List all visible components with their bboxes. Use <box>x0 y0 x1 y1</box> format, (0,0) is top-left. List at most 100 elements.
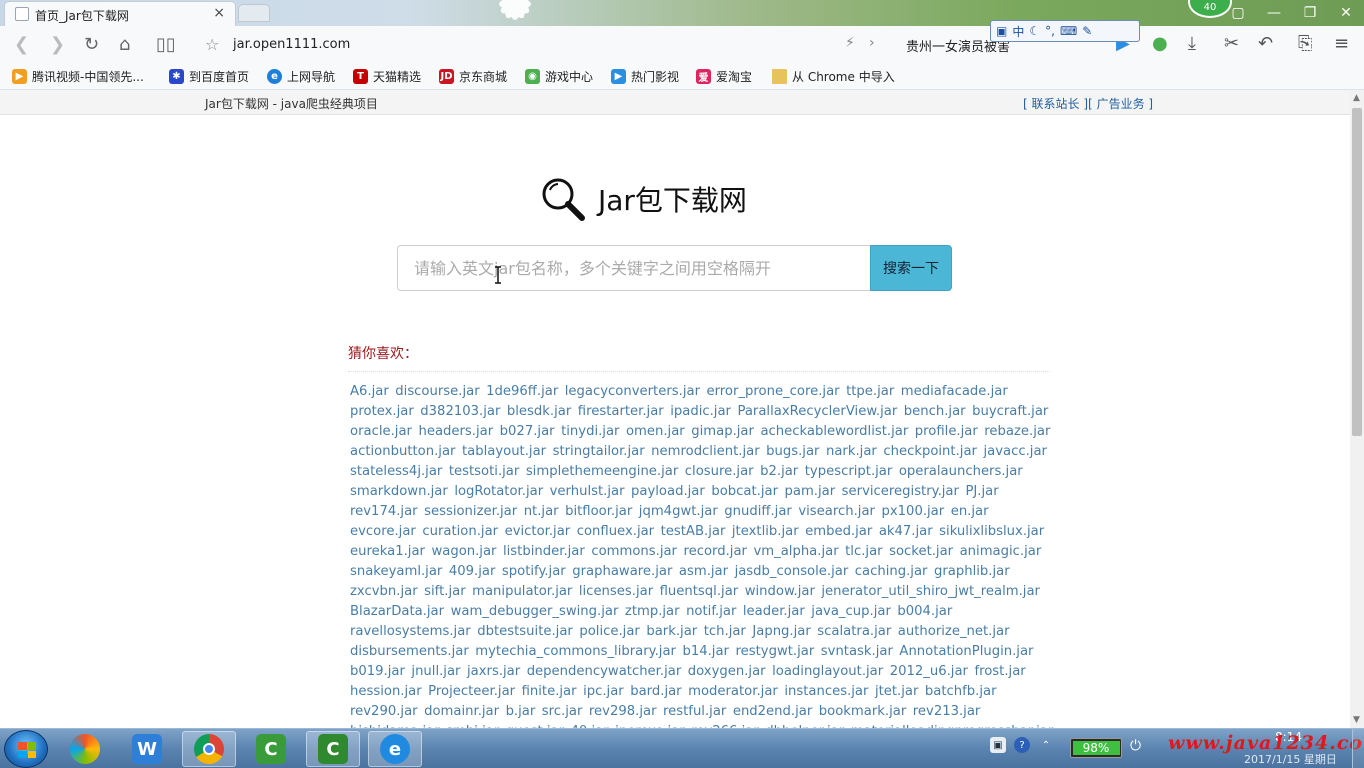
jar-link[interactable]: stringtailor.jar <box>553 444 645 459</box>
jar-link[interactable]: manipulator.jar <box>472 584 572 599</box>
jar-link[interactable]: payload.jar <box>631 484 705 499</box>
jar-link[interactable]: dependencywatcher.jar <box>527 664 682 679</box>
jar-link[interactable]: ravellosystems.jar <box>350 624 471 639</box>
bookmark-item[interactable]: 爱 爱淘宝 <box>696 68 752 85</box>
jar-link[interactable]: acheckablewordlist.jar <box>760 424 908 439</box>
jar-link[interactable]: simplethemeengine.jar <box>526 464 678 479</box>
jar-link[interactable]: commons.jar <box>591 544 677 559</box>
bookmark-item[interactable]: ▶ 热门影视 <box>611 68 679 85</box>
jar-link[interactable]: jnull.jar <box>411 664 460 679</box>
address-bar[interactable]: ☆ jar.open1111.com ⚡ › <box>205 35 895 55</box>
jar-link[interactable]: disbursements.jar <box>350 644 469 659</box>
scroll-up-arrow-icon[interactable]: ▲ <box>1353 93 1360 103</box>
jar-link[interactable]: snakeyaml.jar <box>350 564 442 579</box>
jar-link[interactable]: curation.jar <box>422 524 498 539</box>
jar-link[interactable]: instances.jar <box>784 684 868 699</box>
clock-date[interactable]: 2017/1/15 星期日 <box>1244 751 1337 767</box>
jar-link[interactable]: bard.jar <box>630 684 681 699</box>
jar-link[interactable]: jasdb_console.jar <box>735 564 849 579</box>
jar-link[interactable]: Japng.jar <box>752 624 810 639</box>
jar-link[interactable]: src.jar <box>542 704 583 719</box>
taskbar-app-launcher[interactable] <box>58 731 112 767</box>
jar-link[interactable]: 1de96ff.jar <box>486 384 558 399</box>
jar-link[interactable]: 2012_u6.jar <box>890 664 968 679</box>
home-icon[interactable]: ⌂ <box>119 34 130 55</box>
jar-link[interactable]: buycraft.jar <box>972 404 1048 419</box>
jar-link[interactable]: px100.jar <box>881 504 944 519</box>
taskbar-chrome[interactable] <box>182 731 236 767</box>
jar-link[interactable]: loadinglayout.jar <box>772 664 883 679</box>
jar-link[interactable]: java_cup.jar <box>811 604 891 619</box>
search-input[interactable] <box>397 245 871 291</box>
jar-link[interactable]: stateless4j.jar <box>350 464 442 479</box>
jar-link[interactable]: checkpoint.jar <box>883 444 977 459</box>
restore-icon[interactable]: ❐ <box>1292 0 1328 26</box>
jar-link[interactable]: 409.jar <box>449 564 496 579</box>
jar-link[interactable]: Projecteer.jar <box>428 684 515 699</box>
jar-link[interactable]: headers.jar <box>418 424 493 439</box>
jar-link[interactable]: error_prone_core.jar <box>707 384 840 399</box>
screenshot-scissors-icon[interactable]: ✂ <box>1224 33 1239 54</box>
jar-link[interactable]: smarkdown.jar <box>350 484 448 499</box>
ime-moon-icon[interactable]: ☾ <box>1029 24 1040 38</box>
jar-link[interactable]: socket.jar <box>889 544 953 559</box>
jar-link[interactable]: ParallaxRecyclerView.jar <box>737 404 897 419</box>
jar-link[interactable]: notif.jar <box>686 604 736 619</box>
bookmark-item[interactable]: T 天猫精选 <box>353 68 421 85</box>
jar-link[interactable]: jqm4gwt.jar <box>639 504 718 519</box>
jar-link[interactable]: blesdk.jar <box>507 404 571 419</box>
jar-link[interactable]: bugs.jar <box>766 444 819 459</box>
jar-link[interactable]: tlc.jar <box>845 544 882 559</box>
taskbar-camtasia-1[interactable]: C <box>244 731 298 767</box>
jar-link[interactable]: restful.jar <box>663 704 726 719</box>
jar-link[interactable]: b019.jar <box>350 664 405 679</box>
jar-link[interactable]: en.jar <box>951 504 989 519</box>
expand-chevron-icon[interactable]: › <box>869 35 875 51</box>
taskbar-browser[interactable]: e <box>368 731 422 767</box>
jar-link[interactable]: evictor.jar <box>505 524 571 539</box>
jar-link[interactable]: eureka1.jar <box>350 544 425 559</box>
menu-icon[interactable]: ≡ <box>1334 33 1349 54</box>
jar-link[interactable]: batchfb.jar <box>925 684 997 699</box>
jar-link[interactable]: jtextlib.jar <box>732 524 799 539</box>
bookmark-item[interactable]: ▶ 腾讯视频-中国领先... <box>12 68 144 85</box>
jar-link[interactable]: b027.jar <box>500 424 555 439</box>
page-scrollbar[interactable]: ▲ ▼ <box>1350 90 1364 728</box>
jar-link[interactable]: confluex.jar <box>577 524 654 539</box>
jar-link[interactable]: animagic.jar <box>960 544 1042 559</box>
jar-link[interactable]: svntask.jar <box>821 644 893 659</box>
jar-link[interactable]: b.jar <box>506 704 536 719</box>
battery-indicator[interactable]: 98% <box>1070 738 1122 758</box>
wechat-icon[interactable]: ● <box>1152 33 1168 54</box>
jar-link[interactable]: BlazarData.jar <box>350 604 444 619</box>
bookmark-item[interactable]: JD 京东商城 <box>439 68 507 85</box>
jar-link[interactable]: sift.jar <box>424 584 465 599</box>
forward-icon[interactable]: ❯ <box>50 34 65 55</box>
jar-link[interactable]: gnudiff.jar <box>724 504 792 519</box>
jar-link[interactable]: rebaze.jar <box>984 424 1050 439</box>
ime-tools-icon[interactable]: ✎ <box>1082 24 1092 38</box>
jar-link[interactable]: discourse.jar <box>395 384 479 399</box>
browser-tab[interactable]: 首页_Jar包下载网 × <box>4 1 236 26</box>
jar-link[interactable]: b14.jar <box>682 644 729 659</box>
jar-link[interactable]: graphlib.jar <box>934 564 1010 579</box>
ime-keyboard-icon[interactable]: ⌨ <box>1060 24 1077 38</box>
ime-toolbar[interactable]: ▣ 中 ☾ °, ⌨ ✎ <box>990 20 1140 42</box>
ime-punct-icon[interactable]: °, <box>1045 24 1055 38</box>
jar-link[interactable]: graphaware.jar <box>572 564 672 579</box>
jar-link[interactable]: listbinder.jar <box>503 544 585 559</box>
jar-link[interactable]: ztmp.jar <box>625 604 680 619</box>
jar-link[interactable]: frost.jar <box>974 664 1025 679</box>
search-button[interactable]: 搜索一下 <box>870 245 952 291</box>
jar-link[interactable]: operalaunchers.jar <box>899 464 1023 479</box>
jar-link[interactable]: bench.jar <box>904 404 966 419</box>
help-icon[interactable]: ? <box>1014 737 1030 753</box>
jar-link[interactable]: firestarter.jar <box>578 404 664 419</box>
jar-link[interactable]: zxcvbn.jar <box>350 584 418 599</box>
jar-link[interactable]: rev298.jar <box>589 704 657 719</box>
jar-link[interactable]: wam_debugger_swing.jar <box>451 604 619 619</box>
jar-link[interactable]: AnnotationPlugin.jar <box>899 644 1033 659</box>
download-icon[interactable]: ⤓ <box>1188 33 1196 54</box>
skin-icon[interactable]: ▢ <box>1220 0 1256 26</box>
back-icon[interactable]: ❮ <box>14 34 29 55</box>
